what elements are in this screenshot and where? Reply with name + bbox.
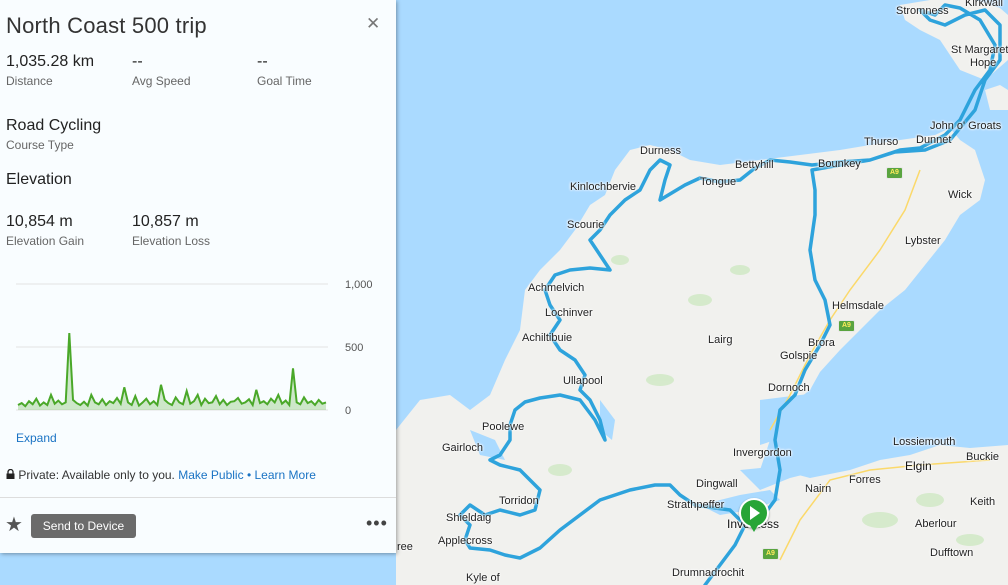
map-label: Strathpeffer [667, 499, 725, 511]
map-label: Dingwall [696, 478, 738, 490]
stat-label: Elevation Loss [132, 234, 211, 248]
star-icon[interactable]: ★ [5, 512, 23, 537]
map-label: Hope [970, 57, 997, 69]
map-label: Kinlochbervie [570, 181, 637, 193]
course-type: Road Cycling Course Type [6, 117, 101, 152]
map-label: Wick [948, 189, 972, 201]
map-label: Shieldaig [446, 512, 492, 524]
stat-avg-speed: -- Avg Speed [132, 53, 191, 88]
more-icon[interactable]: ••• [366, 513, 388, 534]
map-label: Applecross [438, 535, 493, 547]
map-label: Kyle of [466, 572, 500, 584]
map-label: Durness [640, 145, 681, 157]
chart-tick-label: 500 [345, 342, 363, 354]
stat-elevation-gain: 10,854 m Elevation Gain [6, 213, 84, 248]
elevation-chart-svg: 1,000 500 0 [16, 279, 373, 417]
map-label: Dunnet [916, 134, 952, 146]
chart-tick-label: 0 [345, 405, 351, 417]
map-label: Brora [808, 337, 835, 349]
map-label: Poolewe [482, 421, 525, 433]
make-public-link[interactable]: Make Public [178, 468, 243, 482]
elevation-heading-text: Elevation [6, 171, 72, 188]
elevation-chart: 1,000 500 0 [10, 268, 380, 423]
map-label: Tongue [700, 176, 737, 188]
map-label: Scourie [567, 219, 605, 231]
map-label: Lybster [905, 235, 941, 247]
map-label: Stromness [896, 5, 949, 17]
start-pin-tail [748, 522, 760, 532]
map-label: St Margaret's [951, 44, 1008, 56]
map-label: Thurso [864, 136, 899, 148]
elevation-line [17, 333, 327, 408]
privacy-text: Private: Available only to you. [18, 468, 175, 482]
road-shield: A9 [886, 167, 903, 179]
map-label: Keith [970, 496, 996, 508]
chart-tick-label: 1,000 [345, 279, 373, 291]
course-title: North Coast 500 trip [6, 13, 207, 38]
lock-icon [6, 468, 18, 482]
stat-value: -- [132, 53, 143, 70]
stat-value: -- [257, 53, 268, 70]
course-details-panel: North Coast 500 trip ✕ 1,035.28 km Dista… [0, 0, 396, 553]
course-type-label: Course Type [6, 138, 74, 152]
map-label: Gairloch [442, 442, 483, 454]
map-label: Lossiemouth [893, 436, 956, 448]
map-label: ree [397, 541, 413, 553]
map-label: Bettyhill [735, 159, 774, 171]
map-label: Achiltibuie [522, 332, 573, 344]
privacy-separator: • [246, 468, 252, 482]
stat-value: 1,035.28 km [6, 53, 95, 70]
map-label: Dufftown [930, 547, 974, 559]
stat-elevation-loss: 10,857 m Elevation Loss [132, 213, 210, 248]
map-label: Invergordon [733, 447, 792, 459]
stat-label: Avg Speed [132, 74, 191, 88]
map-label: Torridon [499, 495, 539, 507]
map-label: Drumnadrochit [672, 567, 745, 579]
divider [0, 497, 396, 498]
course-type-value: Road Cycling [6, 117, 102, 134]
map-label: Forres [849, 474, 881, 486]
map-label: Bounkey [818, 158, 861, 170]
map-label: Helmsdale [832, 300, 884, 312]
stat-label: Goal Time [257, 74, 312, 88]
map-label: Ullapool [563, 375, 603, 387]
stat-label: Distance [6, 74, 53, 88]
map-label: Buckie [966, 451, 1000, 463]
map-label: Achmelvich [528, 282, 585, 294]
land [396, 0, 1008, 585]
map-label: John o' Groats [930, 120, 1002, 132]
map-label: Aberlour [915, 518, 957, 530]
stat-goal-time: -- Goal Time [257, 53, 312, 88]
map-label: Dornoch [768, 382, 810, 394]
stat-value: 10,854 m [6, 213, 73, 230]
map-label: Golspie [780, 350, 818, 362]
stat-value: 10,857 m [132, 213, 199, 230]
close-icon[interactable]: ✕ [366, 14, 380, 34]
map-label: Elgin [905, 459, 932, 473]
map-label: Nairn [805, 483, 832, 495]
privacy-row: Private: Available only to you. Make Pub… [6, 468, 316, 482]
send-to-device-button[interactable]: Send to Device [31, 514, 136, 538]
map-label: Kirkwall [965, 0, 1003, 9]
map-label: Lochinver [545, 307, 593, 319]
map-label: Lairg [708, 334, 733, 346]
stat-label: Elevation Gain [6, 234, 85, 248]
road-shield: A9 [762, 548, 779, 560]
learn-more-link[interactable]: Learn More [255, 468, 316, 482]
road-shield: A9 [838, 320, 855, 332]
elevation-heading: Elevation [6, 171, 72, 189]
expand-link[interactable]: Expand [16, 431, 57, 445]
stat-distance: 1,035.28 km Distance [6, 53, 94, 88]
